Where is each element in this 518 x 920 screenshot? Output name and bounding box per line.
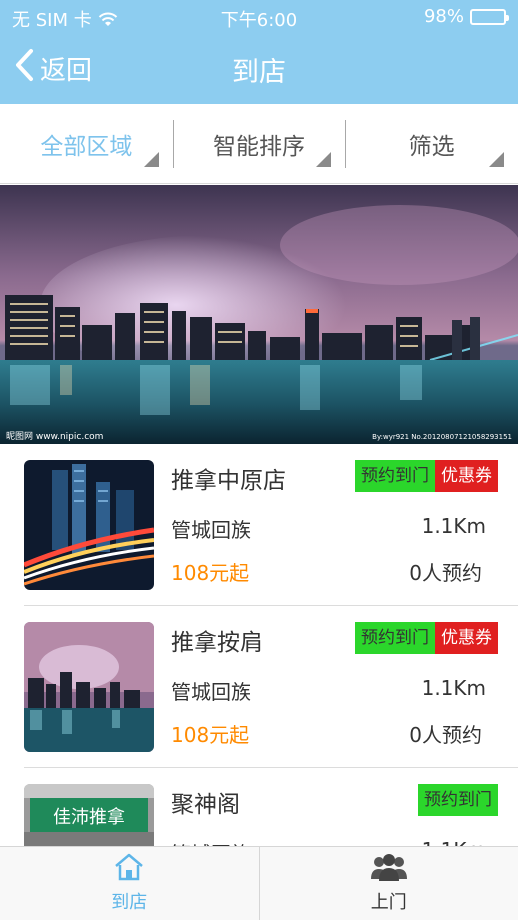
shop-name: 聚神阁 [171, 792, 240, 818]
shop-thumbnail: 佳沛推拿 [24, 784, 154, 846]
shop-list-item[interactable]: 佳沛推拿 聚神阁 预约到门 管城回族 1.1Km [24, 768, 518, 846]
people-icon [369, 853, 409, 886]
tag-home-service: 预约到门 [355, 622, 435, 654]
shop-name: 推拿中原店 [171, 468, 286, 494]
filter-screen-label: 筛选 [408, 133, 455, 160]
shop-distance: 1.1Km [421, 514, 486, 538]
dropdown-corner-icon [316, 152, 332, 167]
shop-bookings: 0人预约 [409, 561, 482, 585]
top-bar: 无 SIM 卡 下午6:00 98% 返回 到店 [0, 0, 518, 104]
banner-image: 昵图网 www.nipic.com By:wyr921 No.201208071… [0, 185, 518, 444]
shop-name: 推拿按肩 [171, 630, 263, 656]
shop-list: 推拿中原店 预约到门 优惠券 管城回族 1.1Km 108元起 0人预约 推拿按… [0, 444, 518, 846]
shop-price: 108元起 [171, 723, 250, 747]
tag-home-service: 预约到门 [355, 460, 435, 492]
battery-percent: 98% [423, 6, 464, 27]
dropdown-corner-icon [489, 152, 505, 167]
banner-watermark-left: 昵图网 www.nipic.com [6, 431, 103, 442]
battery-icon [470, 8, 509, 25]
tag-coupon: 优惠券 [435, 460, 498, 492]
filter-sort-label: 智能排序 [213, 133, 305, 160]
filter-area-label: 全部区域 [40, 133, 133, 160]
banner-watermark-right: By:wyr921 No.20120807121058293151 [372, 433, 512, 441]
shop-area: 管城回族 [171, 838, 251, 846]
tab-bar: 到店 上门 [0, 846, 518, 920]
shop-thumbnail [24, 460, 154, 590]
tab-store-label: 到店 [111, 892, 148, 913]
shop-area: 管城回族 [171, 680, 251, 704]
shop-distance: 1.1Km [421, 676, 486, 700]
shop-distance: 1.1Km [422, 838, 486, 846]
shop-thumbnail [24, 622, 154, 752]
dropdown-corner-icon [143, 152, 159, 167]
tag-home-service: 预约到门 [418, 784, 498, 816]
filter-bar: 全部区域 智能排序 筛选 [0, 104, 518, 184]
filter-area-dropdown[interactable]: 全部区域 [0, 104, 173, 183]
status-bar: 无 SIM 卡 下午6:00 98% [0, 0, 518, 34]
shop-sign-text: 佳沛推拿 [53, 806, 125, 828]
banner-carousel[interactable]: 昵图网 www.nipic.com By:wyr921 No.201208071… [0, 185, 518, 444]
tab-store[interactable]: 到店 [0, 847, 259, 920]
shop-list-item[interactable]: 推拿按肩 预约到门 优惠券 管城回族 1.1Km 108元起 0人预约 [24, 606, 518, 768]
shop-bookings: 0人预约 [409, 723, 482, 747]
filter-sort-dropdown[interactable]: 智能排序 [172, 104, 346, 183]
tab-home-visit-label: 上门 [370, 892, 407, 913]
navigation-bar: 返回 到店 [0, 38, 518, 100]
shop-price: 108元起 [171, 561, 250, 585]
page-title: 到店 [232, 57, 286, 88]
filter-screen-dropdown[interactable]: 筛选 [345, 104, 518, 183]
shop-tags: 预约到门 [418, 784, 498, 816]
shop-tags: 预约到门 优惠券 [355, 460, 498, 492]
tab-home-visit[interactable]: 上门 [258, 847, 518, 920]
shop-tags: 预约到门 优惠券 [355, 622, 498, 654]
shop-list-item[interactable]: 推拿中原店 预约到门 优惠券 管城回族 1.1Km 108元起 0人预约 [24, 444, 518, 606]
tag-coupon: 优惠券 [435, 622, 498, 654]
shop-area: 管城回族 [171, 518, 251, 542]
home-icon [114, 853, 144, 886]
